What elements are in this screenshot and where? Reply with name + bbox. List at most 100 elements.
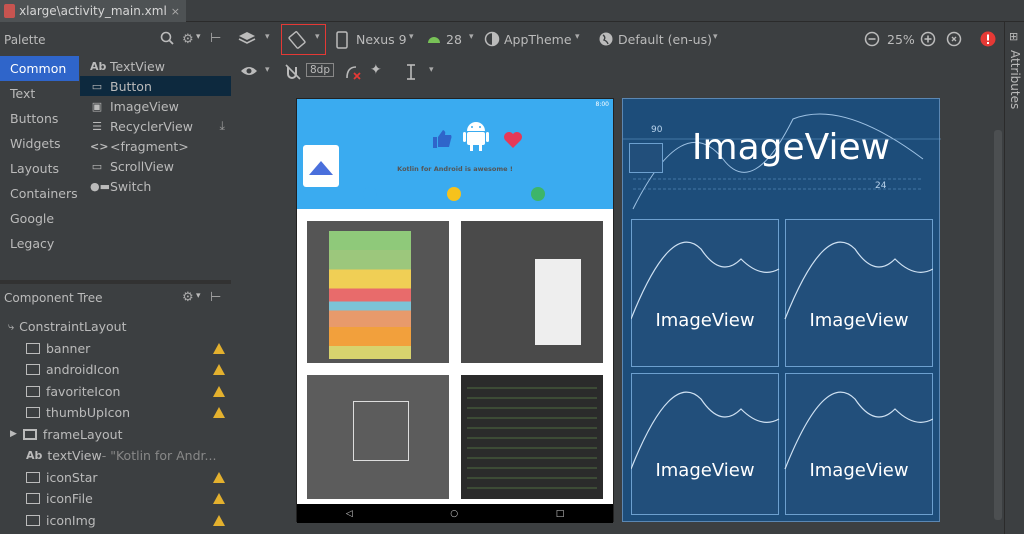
tree-node-text-preview: - "Kotlin for Andr... <box>101 448 217 464</box>
palette-category-common[interactable]: Common <box>0 56 79 81</box>
warning-icon[interactable] <box>213 514 225 526</box>
chevron-down-icon[interactable]: ▾ <box>196 291 201 301</box>
chevron-down-icon[interactable]: ▾ <box>265 65 270 75</box>
chevron-down-icon[interactable]: ▾ <box>409 32 414 42</box>
distribution-chart <box>329 231 411 359</box>
palette-items: Ab TextView ▭ Button ▣ ImageView ☰ Recyc… <box>80 56 231 196</box>
panel-divider[interactable] <box>0 280 231 284</box>
palette-item-textview[interactable]: Ab TextView <box>80 56 231 76</box>
star-icon[interactable] <box>447 187 461 201</box>
thumb-up-icon[interactable] <box>431 129 453 152</box>
navigation-bar: ◁ ○ □ <box>297 504 613 523</box>
hide-panel-icon[interactable]: ⊢ <box>210 31 221 46</box>
device-selector[interactable]: Nexus 9 <box>356 32 407 47</box>
screenshot-constraints[interactable] <box>307 375 449 499</box>
screenshot-ide[interactable] <box>461 221 603 363</box>
screenshot-code[interactable] <box>461 375 603 499</box>
gear-icon[interactable]: ⚙ <box>182 32 194 47</box>
hide-panel-icon[interactable]: ⊢ <box>210 290 221 305</box>
warning-icon[interactable] <box>213 407 225 419</box>
autoconnect-off-icon[interactable] <box>284 63 302 84</box>
search-icon[interactable] <box>160 31 174 49</box>
chevron-down-icon[interactable]: ▾ <box>469 32 474 42</box>
file-icon[interactable] <box>531 187 545 201</box>
imageview-icon <box>26 364 40 376</box>
attributes-side-tab[interactable]: ⊞ Attributes <box>1004 22 1024 534</box>
design-surface-icon[interactable] <box>238 31 256 50</box>
palette-item-imageview[interactable]: ▣ ImageView <box>80 96 231 116</box>
tree-node-iconfile[interactable]: iconFile <box>0 488 231 510</box>
device-preview[interactable]: 8:00 Kotlin for Android is awesome ! ◁ ○… <box>296 98 614 523</box>
palette-item-scrollview[interactable]: ▭ ScrollView <box>80 156 231 176</box>
theme-icon <box>484 31 500 50</box>
canvas-scrollbar[interactable] <box>994 130 1002 520</box>
tree-node-constraintlayout[interactable]: ⤷ ConstraintLayout <box>0 316 231 338</box>
tree-node-label: iconImg <box>46 512 96 528</box>
palette-item-button[interactable]: ▭ Button <box>80 76 231 96</box>
device-icon[interactable] <box>336 31 348 52</box>
palette-item-fragment[interactable]: <> <fragment> <box>80 136 231 156</box>
android-icon[interactable] <box>463 119 489 154</box>
error-icon[interactable] <box>980 31 996 50</box>
warning-icon[interactable] <box>213 342 225 354</box>
palette-category-google[interactable]: Google <box>0 206 79 231</box>
tree-node-favoriteicon[interactable]: favoriteIcon <box>0 381 231 403</box>
home-icon[interactable]: ○ <box>450 509 458 519</box>
palette-item-switch[interactable]: ●▬ Switch <box>80 176 231 196</box>
image-icon[interactable] <box>363 187 377 201</box>
api-level-selector[interactable]: 28 <box>446 32 462 47</box>
orientation-button-highlight[interactable] <box>281 24 326 55</box>
favorite-icon[interactable] <box>503 131 523 152</box>
tree-node-banner[interactable]: banner <box>0 338 231 360</box>
recents-icon[interactable]: □ <box>556 509 565 519</box>
expand-arrow-icon[interactable]: ▶ <box>10 429 17 439</box>
tab-close-icon[interactable]: × <box>171 5 180 18</box>
globe-icon <box>598 31 614 50</box>
blueprint-imageview-large[interactable]: ImageView <box>643 127 939 168</box>
blueprint-view[interactable]: 90 24 ImageView ImageView ImageView Imag… <box>622 98 941 522</box>
palette-category-buttons[interactable]: Buttons <box>0 106 79 131</box>
gear-icon[interactable]: ⚙ <box>182 290 194 305</box>
chevron-down-icon[interactable]: ▾ <box>713 32 718 42</box>
tree-node-androidicon[interactable]: androidIcon <box>0 359 231 381</box>
chevron-down-icon[interactable]: ▾ <box>429 65 434 75</box>
zoom-in-icon[interactable] <box>920 31 936 50</box>
dimension-label: 24 <box>875 181 887 191</box>
warning-icon[interactable] <box>213 385 225 397</box>
theme-selector[interactable]: AppTheme <box>504 32 572 47</box>
tree-node-iconimg[interactable]: iconImg <box>0 510 231 532</box>
palette-category-widgets[interactable]: Widgets <box>0 131 79 156</box>
palette-category-text[interactable]: Text <box>0 81 79 106</box>
screenshot-table[interactable] <box>307 221 449 363</box>
tree-node-iconstar[interactable]: iconStar <box>0 467 231 489</box>
editor-tab-activity-main[interactable]: xlarge\activity_main.xml × <box>0 0 186 22</box>
eye-icon[interactable] <box>240 65 258 80</box>
tree-node-label: frameLayout <box>42 426 123 442</box>
palette-category-legacy[interactable]: Legacy <box>0 231 79 256</box>
warning-icon[interactable] <box>213 493 225 505</box>
tree-node-label: thumbUpIcon <box>46 405 131 421</box>
zoom-to-fit-icon[interactable] <box>946 31 962 50</box>
warning-icon[interactable] <box>213 471 225 483</box>
zoom-out-icon[interactable] <box>864 31 880 50</box>
tree-node-textview[interactable]: Ab textView - "Kotlin for Andr... <box>0 445 231 467</box>
textview-icon: Ab <box>90 59 107 73</box>
chevron-down-icon[interactable]: ▾ <box>196 32 201 42</box>
tree-node-framelayout[interactable]: ▶ frameLayout <box>0 424 231 446</box>
palette-category-containers[interactable]: Containers <box>0 181 79 206</box>
default-margin-selector[interactable]: 8dp <box>306 63 335 77</box>
chevron-down-icon[interactable]: ▾ <box>265 32 270 42</box>
clear-constraints-icon[interactable] <box>344 63 362 84</box>
palette-category-layouts[interactable]: Layouts <box>0 156 79 181</box>
palette-item-label: RecyclerView <box>110 118 193 134</box>
tree-node-thumbupicon[interactable]: thumbUpIcon <box>0 402 231 424</box>
download-icon[interactable]: ⤓ <box>219 118 225 134</box>
chevron-down-icon[interactable]: ▾ <box>575 32 580 42</box>
warning-icon[interactable] <box>213 364 225 376</box>
align-icon[interactable] <box>404 63 418 84</box>
palette-item-recyclerview[interactable]: ☰ RecyclerView ⤓ <box>80 116 231 136</box>
back-icon[interactable]: ◁ <box>346 509 353 519</box>
tree-node-label: iconFile <box>46 491 93 507</box>
infer-constraints-icon[interactable]: ✦ <box>370 62 382 78</box>
locale-selector[interactable]: Default (en-us) <box>618 32 712 47</box>
